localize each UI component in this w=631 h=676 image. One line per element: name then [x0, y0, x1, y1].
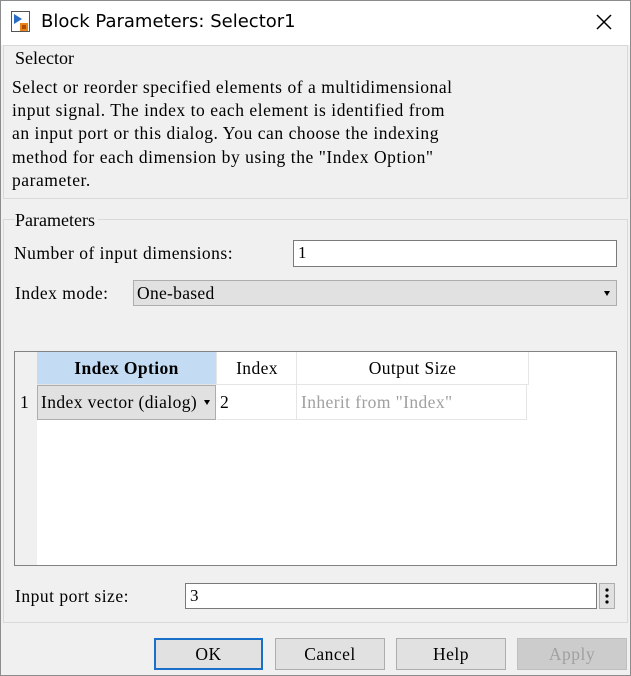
- selector-group-label: Selector: [15, 48, 74, 68]
- header-label: Index Option: [74, 358, 179, 378]
- help-button[interactable]: Help: [396, 638, 506, 670]
- index-mode-label: Index mode:: [15, 283, 109, 303]
- close-icon: [596, 14, 612, 30]
- row-number-column: [15, 352, 37, 565]
- simulink-block-icon: [11, 11, 30, 32]
- more-options-button[interactable]: [599, 583, 615, 609]
- parameters-group-label: Parameters: [15, 209, 98, 231]
- input-port-size-input[interactable]: 3: [185, 583, 597, 609]
- close-button[interactable]: [586, 5, 622, 39]
- cancel-button[interactable]: Cancel: [275, 638, 385, 670]
- selector-description: Select or reorder specified elements of …: [12, 76, 618, 192]
- description-line: parameter.: [12, 169, 91, 190]
- index-table[interactable]: Index Option Index Output Size 1 Index v…: [14, 351, 617, 566]
- description-line: input signal. The index to each element …: [12, 100, 445, 121]
- apply-button[interactable]: Apply: [517, 638, 627, 670]
- index-option-value: Index vector (dialog): [41, 392, 198, 412]
- chevron-down-icon: [604, 291, 610, 296]
- index-mode-dropdown[interactable]: One-based: [133, 280, 617, 306]
- title-bar: Block Parameters: Selector1: [0, 0, 631, 45]
- header-label: Output Size: [368, 358, 457, 378]
- header-label: Index: [236, 358, 278, 378]
- window-title: Block Parameters: Selector1: [41, 11, 296, 32]
- ok-button[interactable]: OK: [154, 638, 263, 670]
- num-dims-input[interactable]: 1: [293, 240, 617, 267]
- row-number: 1: [20, 392, 30, 412]
- index-option-dropdown[interactable]: Index vector (dialog): [37, 385, 216, 420]
- header-index-option[interactable]: Index Option: [37, 352, 216, 385]
- description-line: an input port or this dialog. You can ch…: [12, 123, 439, 144]
- chevron-down-icon: [204, 400, 210, 405]
- vertical-ellipsis-icon: [605, 588, 609, 604]
- num-dims-label: Number of input dimensions:: [14, 243, 234, 263]
- header-output-size[interactable]: Output Size: [296, 352, 529, 385]
- index-cell[interactable]: 2: [217, 385, 296, 420]
- description-line: Select or reorder specified elements of …: [12, 77, 453, 97]
- header-index[interactable]: Index: [216, 352, 297, 385]
- output-size-cell[interactable]: Inherit from "Index": [296, 385, 527, 420]
- description-line: method for each dimension by using the "…: [12, 146, 434, 167]
- index-mode-value: One-based: [137, 283, 215, 303]
- input-port-size-label: Input port size:: [15, 586, 129, 606]
